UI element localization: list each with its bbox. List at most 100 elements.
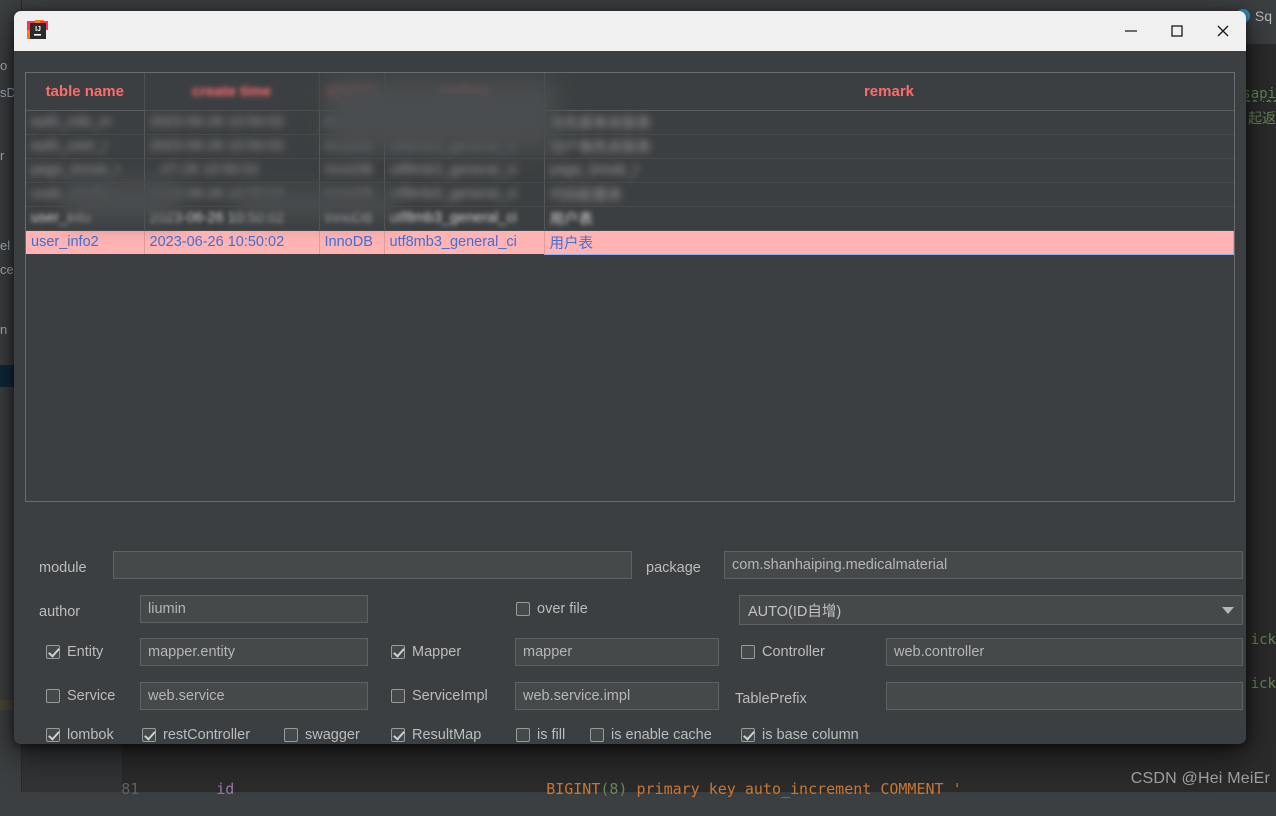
cell-remark: 代码配置表 [544,182,1234,206]
entity-label: Entity [67,644,103,660]
table-header-row: table name create time engine coding rem… [26,73,1234,110]
table-row[interactable]: page_break_t ...07-26 10:50:02 InnoDB ut… [26,158,1234,182]
module-input[interactable] [113,551,632,579]
cell-remark: 用户角色关联表 [544,134,1234,158]
cell-coding: utf8mb3_general_ci [384,158,544,182]
ide-line-number: 81 [121,780,139,798]
checkbox-box [46,645,60,659]
service-checkbox[interactable]: Service [46,688,115,704]
serviceimpl-label: ServiceImpl [412,688,488,704]
cell-engine: InnoDB [319,134,384,158]
ide-code-rest: primary key auto_increment COMMENT ' [627,780,961,798]
isenablecache-checkbox[interactable]: is enable cache [590,727,712,743]
cell-engine: InnoDB [319,182,384,206]
svg-text:IJ: IJ [35,26,41,33]
checkbox-box [590,728,604,742]
restcontroller-label: restController [163,727,250,743]
tableprefix-input[interactable] [886,682,1243,710]
ide-code-fragment-0: sapi [1242,86,1276,102]
cell-coding: utf8mb3_general_ci [384,182,544,206]
cell-coding: utf8mb3_general_ci [384,110,544,134]
cell-create-time: ...07-26 10:50:02 [144,158,319,182]
column-header-coding[interactable]: coding [384,73,544,110]
restcontroller-checkbox[interactable]: restController [142,727,250,743]
entity-package-input[interactable] [140,638,368,666]
cell-table-name: auth_role_m [26,110,144,134]
generator-form: module package author over file AUTO(ID自… [14,506,1246,744]
package-input[interactable] [724,551,1243,579]
ide-code-line: 81 [67,762,139,816]
table-row[interactable]: auth_role_m 2023-06-26 10:50:02 InnoDB u… [26,110,1234,134]
checkbox-box [741,645,755,659]
serviceimpl-checkbox[interactable]: ServiceImpl [391,688,488,704]
entity-checkbox[interactable]: Entity [46,644,103,660]
isbasecolumn-checkbox[interactable]: is base column [741,727,859,743]
ide-code-type: BIGINT [546,780,600,798]
checkbox-box [741,728,755,742]
swagger-label: swagger [305,727,360,743]
checkbox-box [284,728,298,742]
package-label: package [646,561,701,576]
table-row[interactable]: auth_user_r 2023-06-26 10:50:02 InnoDB u… [26,134,1234,158]
ide-tab-label: Sq [1255,8,1272,24]
cell-table-name: code_config_ [26,182,144,206]
service-label: Service [67,688,115,704]
swagger-checkbox[interactable]: swagger [284,727,360,743]
cell-engine: InnoDB [319,230,384,254]
close-button[interactable] [1200,11,1246,51]
minimize-button[interactable] [1108,11,1154,51]
isbasecolumn-label: is base column [762,727,859,743]
table-row-selected[interactable]: user_info2 2023-06-26 10:50:02 InnoDB ut… [26,230,1234,254]
resultmap-checkbox[interactable]: ResultMap [391,727,481,743]
ide-code-field: id [216,780,234,798]
cell-create-time: 2023-06-26 10:50:02 [144,230,319,254]
cell-table-name: user_info2 [26,230,144,254]
cell-create-time: 2023-06-26 10:50:02 [144,182,319,206]
tables-list[interactable]: table name create time engine coding rem… [25,72,1235,502]
column-header-create-time[interactable]: create time [144,73,319,110]
lombok-checkbox[interactable]: lombok [46,727,114,743]
mapper-label: Mapper [412,644,461,660]
serviceimpl-package-input[interactable] [515,682,719,710]
id-type-select[interactable]: AUTO(ID自增) [739,595,1243,625]
cell-remark: 用户表 [544,206,1234,230]
csdn-watermark: CSDN @Hei MeiEr [1131,770,1270,788]
cell-coding: utf8mb3_general_ci [384,206,544,230]
service-package-input[interactable] [140,682,368,710]
cell-table-name: page_break_t [26,158,144,182]
over-file-checkbox[interactable]: over file [516,601,588,617]
cell-table-name: user_info [26,206,144,230]
mapper-package-input[interactable] [515,638,719,666]
cell-remark: 用户表 [544,230,1234,254]
module-label: module [39,561,87,576]
isfill-label: is fill [537,727,565,743]
ide-code-fragment-2: ick [1251,632,1276,648]
resultmap-label: ResultMap [412,727,481,743]
cell-engine: InnoDB [319,206,384,230]
checkbox-box [391,728,405,742]
tables-table: table name create time engine coding rem… [26,73,1234,255]
checkbox-box [516,728,530,742]
window-controls [1108,11,1246,51]
column-header-table-name[interactable]: table name [26,73,144,110]
column-header-engine[interactable]: engine [319,73,384,110]
table-row[interactable]: code_config_ 2023-06-26 10:50:02 InnoDB … [26,182,1234,206]
chevron-down-icon [1222,607,1234,614]
dialog-titlebar[interactable]: IJ [14,11,1246,51]
code-generator-dialog: IJ table name [14,11,1246,744]
controller-package-input[interactable] [886,638,1243,666]
checkbox-box [142,728,156,742]
controller-label: Controller [762,644,825,660]
isfill-checkbox[interactable]: is fill [516,727,565,743]
column-header-remark[interactable]: remark [544,73,1234,110]
controller-checkbox[interactable]: Controller [741,644,825,660]
author-input[interactable] [140,595,368,623]
cell-remark: page_break_t [544,158,1234,182]
table-body: auth_role_m 2023-06-26 10:50:02 InnoDB u… [26,110,1234,254]
ide-code-fragment-1: 起返 [1248,108,1276,128]
table-row[interactable]: user_info 2023-06-26 10:50:02 InnoDB utf… [26,206,1234,230]
maximize-button[interactable] [1154,11,1200,51]
dialog-body: table name create time engine coding rem… [14,51,1246,744]
isenablecache-label: is enable cache [611,727,712,743]
mapper-checkbox[interactable]: Mapper [391,644,461,660]
